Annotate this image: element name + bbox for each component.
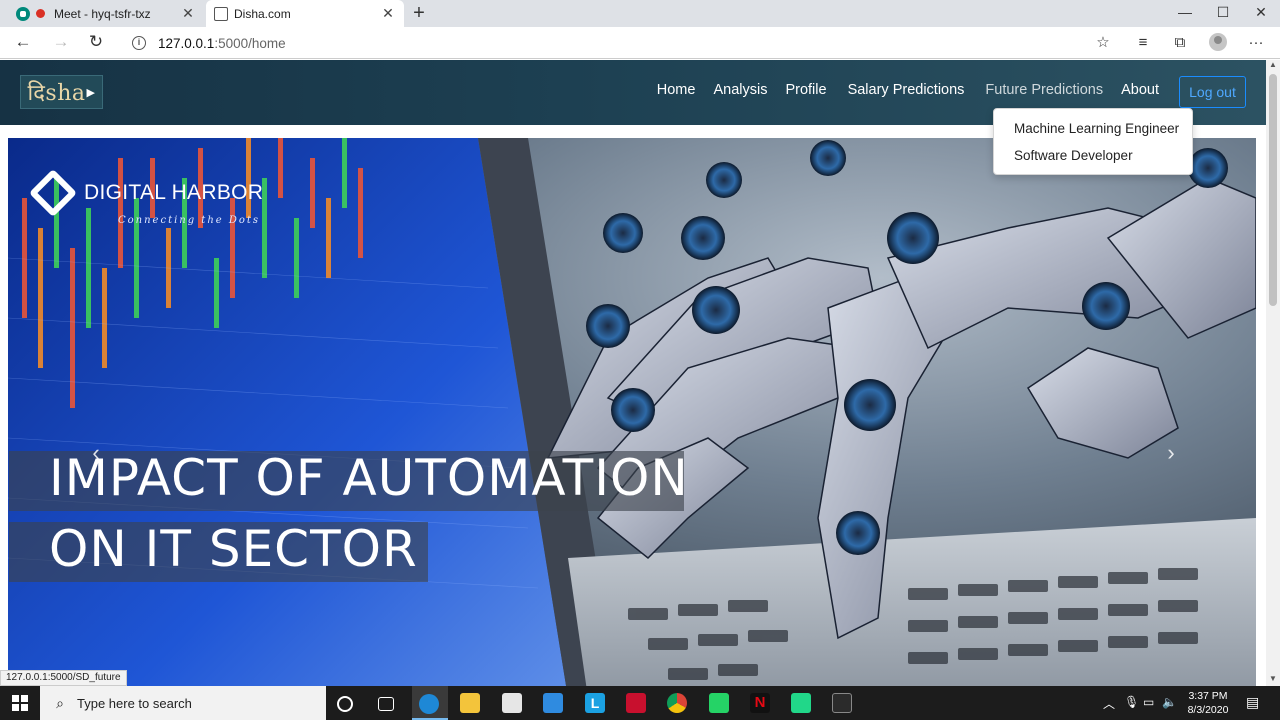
netflix-icon[interactable]: N (750, 693, 770, 713)
pycharm-icon[interactable] (791, 693, 811, 713)
close-icon[interactable]: ✕ (180, 5, 196, 22)
url-host: 127.0.0.1 (158, 35, 215, 51)
info-icon[interactable]: i (132, 36, 146, 50)
scroll-up-icon[interactable]: ▲ (1266, 60, 1280, 72)
file-explorer-icon[interactable] (460, 693, 480, 713)
logout-button[interactable]: Log out (1179, 76, 1246, 108)
logo-arrow-icon: ▶ (86, 85, 96, 99)
nav-links: Home Analysis Profile Salary Predictions… (639, 82, 1159, 98)
battery-icon[interactable]: ▭ (1143, 695, 1154, 709)
tab-meet[interactable]: Meet - hyq-tsfr-txz ✕ (8, 0, 204, 27)
terminal-icon[interactable] (832, 693, 852, 713)
minimize-button[interactable]: — (1166, 0, 1204, 27)
store-icon[interactable] (502, 693, 522, 713)
scroll-thumb[interactable] (1269, 74, 1277, 306)
logo-text: दिsha (27, 81, 86, 106)
edge-icon (419, 694, 439, 714)
clock-date: 8/3/2020 (1187, 704, 1229, 716)
star-icon[interactable]: ☆ (1093, 33, 1113, 53)
browser-toolbar: ← → ↻ i 127.0.0.1:5000/home ☆ ≡ ⧉ ··· (0, 27, 1280, 59)
back-arrow-icon[interactable]: ← (11, 31, 35, 55)
mail-icon[interactable] (543, 693, 563, 713)
taskbar-search[interactable]: ⌕ Type here to search (40, 686, 326, 720)
chrome-icon[interactable] (667, 693, 687, 713)
whatsapp-icon[interactable] (709, 693, 729, 713)
digital-harbor-logo: DIGITAL HARBOR (28, 168, 264, 218)
maximize-button[interactable]: ☐ (1204, 0, 1242, 27)
search-placeholder: Type here to search (77, 695, 192, 711)
notifications-icon[interactable]: ▤ (1246, 694, 1259, 711)
tab-title: Meet - hyq-tsfr-txz (54, 6, 151, 21)
meet-icon (16, 6, 30, 21)
status-link-url: 127.0.0.1:5000/SD_future (0, 670, 127, 686)
url-path: :5000/home (214, 35, 286, 51)
diamond-logo-icon (28, 168, 78, 218)
volume-icon[interactable]: 🔈 (1162, 695, 1177, 709)
dropdown-item-software-developer[interactable]: Software Developer (994, 147, 1192, 174)
nav-analysis[interactable]: Analysis (713, 82, 767, 98)
nav-about[interactable]: About (1121, 82, 1159, 98)
page-icon (214, 6, 228, 21)
hero-carousel: DIGITAL HARBOR Connecting the Dots IMPAC… (8, 138, 1256, 686)
nav-salary-predictions[interactable]: Salary Predictions (848, 82, 965, 98)
carousel-prev-icon[interactable]: ‹ (86, 440, 106, 466)
collections-icon[interactable]: ⧉ (1170, 33, 1190, 53)
tab-disha[interactable]: Disha.com ✕ (206, 0, 404, 27)
tab-title: Disha.com (234, 6, 291, 21)
profile-avatar[interactable] (1209, 33, 1227, 51)
clock-time: 3:37 PM (1188, 690, 1228, 702)
microphone-icon[interactable]: 🎙 (1124, 695, 1139, 709)
future-predictions-dropdown: Machine Learning Engineer Software Devel… (993, 108, 1193, 175)
site-logo[interactable]: दिsha ▶ (20, 75, 103, 109)
page-viewport: दिsha ▶ Home Analysis Profile Salary Pred… (0, 60, 1266, 686)
more-icon[interactable]: ··· (1246, 33, 1266, 53)
forward-arrow-icon[interactable]: → (49, 31, 73, 55)
mcafee-icon[interactable] (626, 693, 646, 713)
nav-home[interactable]: Home (657, 82, 696, 98)
address-bar[interactable]: i 127.0.0.1:5000/home (122, 30, 1122, 56)
tray-chevron-icon[interactable]: ︿ (1103, 695, 1115, 712)
hero-caption-line-1: IMPACT OF AUTOMATION (49, 449, 689, 507)
recording-dot-icon (36, 9, 45, 18)
carousel-next-icon[interactable]: › (1161, 440, 1181, 466)
l-app-icon[interactable]: L (585, 693, 605, 713)
page-scrollbar[interactable]: ▲ ▼ (1266, 60, 1280, 686)
browser-tab-bar: Meet - hyq-tsfr-txz ✕ Disha.com ✕ + — ☐ … (0, 0, 1280, 27)
nav-future-predictions[interactable]: Future Predictions (985, 82, 1103, 98)
windows-taskbar: ⌕ Type here to search L N ︿ 🎙 ▭ 🔈 3:37 P… (0, 686, 1280, 720)
close-icon[interactable]: ✕ (380, 5, 396, 22)
brand-tagline: Connecting the Dots (118, 215, 261, 226)
dropdown-item-ml-engineer[interactable]: Machine Learning Engineer (994, 120, 1192, 147)
nav-profile[interactable]: Profile (785, 82, 826, 98)
cortana-icon[interactable] (337, 696, 353, 712)
new-tab-button[interactable]: + (408, 2, 430, 25)
reload-icon[interactable]: ↻ (84, 31, 108, 55)
task-view-icon[interactable] (378, 697, 394, 711)
close-window-button[interactable]: ✕ (1242, 0, 1280, 27)
system-clock[interactable]: 3:37 PM 8/3/2020 (1176, 689, 1240, 717)
brand-name: DIGITAL HARBOR (84, 181, 264, 204)
search-icon: ⌕ (56, 694, 64, 711)
hero-caption-line-2: ON IT SECTOR (49, 520, 418, 578)
scroll-down-icon[interactable]: ▼ (1266, 674, 1280, 686)
windows-start-icon[interactable] (12, 695, 28, 711)
favorites-icon[interactable]: ≡ (1133, 33, 1153, 53)
